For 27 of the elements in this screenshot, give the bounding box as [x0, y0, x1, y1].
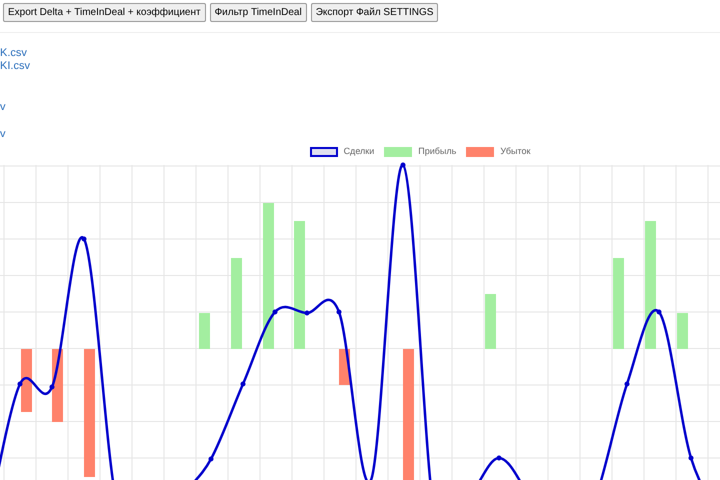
file-link[interactable]: K.csv: [0, 47, 27, 60]
profit-bar: [199, 313, 210, 349]
data-point: [272, 310, 278, 314]
toolbar-button[interactable]: Export Delta + TimeInDeal + коэффициент: [3, 3, 206, 22]
toolbar-button[interactable]: Фильтр TimeInDeal: [210, 3, 307, 22]
data-point: [336, 310, 342, 314]
legend-label: Сделки: [344, 145, 374, 158]
file-link[interactable]: v: [0, 128, 6, 141]
toolbar-button[interactable]: Экспорт Файл SETTINGS: [310, 3, 438, 22]
data-point: [304, 310, 310, 316]
data-point: [18, 382, 22, 386]
profit-bar: [677, 313, 688, 349]
file-link[interactable]: v: [0, 101, 6, 114]
data-point: [656, 310, 662, 314]
data-point: [50, 384, 54, 390]
legend-label: Прибыль: [418, 145, 456, 158]
data-point: [240, 382, 246, 386]
data-point: [624, 382, 630, 386]
data-point: [496, 456, 502, 460]
legend-label: Убыток: [500, 145, 530, 158]
data-point: [400, 162, 406, 168]
data-point: [208, 456, 214, 462]
profit-bar: [485, 294, 496, 349]
file-link[interactable]: KI.csv: [0, 60, 30, 73]
loss-bar: [21, 349, 32, 412]
data-point: [82, 236, 86, 242]
data-point: [688, 456, 694, 460]
